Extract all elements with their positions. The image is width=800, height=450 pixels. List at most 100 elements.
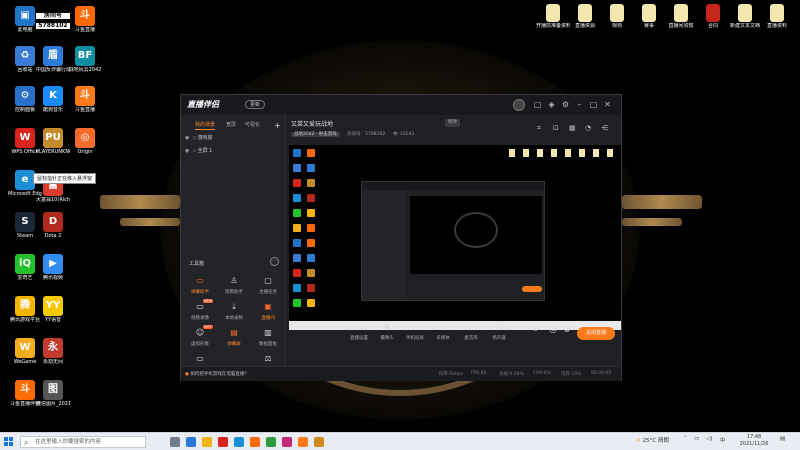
desktop-icon[interactable]: 合同 — [696, 4, 730, 29]
desktop-icon[interactable]: 直播资料 — [760, 4, 794, 29]
toolbox-item[interactable]: ⤓ 本地录制 — [217, 301, 251, 321]
skin-icon[interactable]: ◈ — [547, 100, 556, 109]
close-live-button[interactable]: 关闭直播 — [577, 327, 615, 340]
toolbox-item[interactable]: ▭ 弹幕助手 — [183, 275, 217, 295]
bottom-button[interactable]: ◁) 扬声器 — [485, 322, 513, 341]
desktop-icon[interactable]: 房间号 — [36, 12, 70, 19]
desktop-icon[interactable]: YY YY语音 — [36, 296, 70, 323]
taskbar-app-icon[interactable] — [170, 437, 180, 447]
share-icon[interactable]: ⋲ — [601, 124, 608, 132]
scene-item[interactable]: ◉ ▫ 游戏窗 — [185, 133, 281, 143]
desktop-icon[interactable]: ▶ 腾讯视频 — [36, 254, 70, 281]
desktop-icon[interactable]: 斗斗鱼直播 — [68, 6, 102, 33]
volume-icon[interactable]: ◁) — [706, 436, 712, 442]
edit-title-button[interactable]: 修改 — [445, 119, 460, 127]
ime-indicator[interactable]: 中 — [720, 436, 726, 444]
message-icon[interactable]: ▢ — [533, 100, 542, 109]
taskbar-app-icon[interactable] — [266, 437, 276, 447]
taskbar-app-icon[interactable] — [314, 437, 324, 447]
desktop: ▣此电脑斗斗鱼直播房间号5788102♻回收站盾中国反诈骗行动助手BF战地风云2… — [0, 0, 800, 432]
toolbox-item[interactable]: ▥ 数据面板 — [251, 327, 285, 347]
desktop-icon[interactable]: 5788102 — [36, 22, 70, 29]
status-tip[interactable]: ● 如何把手机游戏在电脑直播？ — [185, 371, 249, 377]
notification-icon[interactable]: ▤ — [780, 436, 785, 442]
settings-icon[interactable]: ⚙ — [561, 100, 570, 109]
bottom-button[interactable]: ♩ 麦克风 — [457, 322, 485, 341]
bottom-button[interactable]: ◉ 摄像头 — [373, 322, 401, 341]
desktop-icon[interactable]: ◎ Origin — [68, 128, 102, 155]
toolbox-item[interactable]: ▣ 直播间 — [251, 301, 285, 321]
clock-date: 2021/11/26 — [739, 441, 769, 447]
bell-icon[interactable]: ◔ — [585, 124, 591, 132]
toolbox-item[interactable]: ▭ NEW 视频录像 — [183, 299, 217, 321]
game-category[interactable]: 战地2042 · 射击游戏 — [291, 132, 340, 137]
taskbar-app-icon[interactable] — [218, 437, 228, 447]
preview-file-icon — [551, 149, 557, 157]
stream-preview[interactable] — [289, 145, 621, 330]
bottom-button[interactable]: ▯ 手机投屏 — [401, 322, 429, 341]
visibility-icon[interactable]: ◉ — [185, 146, 191, 156]
desktop-icon[interactable]: D Dota 2 — [36, 212, 70, 239]
screenshot-icon[interactable]: ⌗ — [537, 124, 541, 133]
toolbox-item[interactable]: ▢ 主播任务 — [251, 275, 285, 295]
desktop-icon[interactable]: 直播资源 — [568, 4, 602, 29]
network-icon[interactable]: ▭ — [694, 436, 699, 442]
version-tag[interactable]: 更新 — [245, 100, 266, 109]
desktop-icon[interactable]: 赛事 — [632, 4, 666, 29]
desktop-icon[interactable]: K 酷狗音乐 — [36, 86, 70, 113]
close-icon[interactable]: ✕ — [603, 100, 612, 109]
preview-icon — [293, 239, 301, 247]
visibility-icon[interactable]: ◉ — [185, 133, 191, 143]
desktop-icon[interactable]: 斗斗鱼直播 — [68, 86, 102, 113]
avatar[interactable] — [513, 99, 525, 111]
add-scene-button[interactable]: + — [274, 121, 281, 130]
lock-icon[interactable]: ▫ — [193, 135, 196, 141]
scene-item[interactable]: ◉ ▫ 全屏 1 — [185, 146, 281, 156]
tool-icon: ▭ — [196, 354, 204, 363]
desktop-icon[interactable]: PUPLAYERUNKNOWN'S BATTLEGR... — [36, 128, 70, 155]
desktop-icon[interactable]: 盾中国反诈骗行动助手 — [36, 46, 70, 73]
weather-widget[interactable]: ☀ 25°C 晴朗 — [636, 436, 669, 444]
tool-icon: ▭ — [196, 276, 204, 285]
taskbar-app-icon[interactable] — [186, 437, 196, 447]
taskbar-app-icon[interactable] — [298, 437, 308, 447]
tab-widescreen[interactable]: 宽屏 — [226, 121, 236, 128]
bottom-button[interactable]: ▭ 直播设置 — [345, 322, 373, 341]
toolbox-more-button[interactable]: ··· — [270, 257, 279, 266]
taskbar-app-icon[interactable] — [282, 437, 292, 447]
toolbox-item[interactable]: ⚖ — [251, 353, 285, 367]
taskbar-app-icon[interactable] — [202, 437, 212, 447]
bottom-button[interactable]: ▷ 多媒体 — [429, 322, 457, 341]
desktop-icon[interactable]: 图微信图片_20211111... — [36, 380, 70, 407]
window-titlebar[interactable]: 直播伴侣 更新 ▢ ◈ ⚙ – □ ✕ — [181, 95, 621, 115]
clock[interactable]: 17:48 2021/11/26 — [733, 434, 775, 448]
minimize-icon[interactable]: – — [575, 100, 584, 109]
desktop-icon[interactable]: 直播间须知 — [664, 4, 698, 29]
toolbox-item[interactable]: ☺ HOT 虚拟形象 — [183, 325, 217, 347]
desktop-icon-label: 规则 — [611, 23, 622, 29]
tab-my-scenes[interactable]: 我的场景 — [195, 121, 216, 130]
desktop-icon[interactable]: 开播前准备资料包 — [536, 4, 570, 29]
toolbox-item[interactable] — [217, 353, 251, 367]
toolbox-item[interactable]: ♙ 观看助手 — [217, 275, 251, 295]
preview-icon — [307, 254, 315, 262]
desktop-icon[interactable]: 规则 — [600, 4, 634, 29]
desktop-icon[interactable]: BF 战地风云2042 — [68, 46, 102, 73]
maximize-icon[interactable]: □ — [589, 100, 598, 109]
bottom-button-icon: ◉ — [383, 322, 391, 332]
toolbox-item[interactable]: ▤ 弹幕屏 — [217, 327, 251, 347]
start-button[interactable] — [4, 437, 14, 447]
desktop-icon[interactable]: 新建文本文档 — [728, 4, 762, 29]
app-icon: 斗 — [15, 380, 35, 400]
taskbar-app-icon[interactable] — [250, 437, 260, 447]
search-input[interactable]: ⌕ 在这里输入你要搜索的内容 — [20, 436, 146, 448]
tab-visual[interactable]: 可视化 — [245, 121, 260, 128]
taskbar-app-icon[interactable] — [234, 437, 244, 447]
desktop-icon-label: 直播资料 — [766, 23, 787, 29]
preview-file-icon — [537, 149, 543, 157]
desktop-icon[interactable]: 永永劫无间 — [36, 338, 70, 365]
lock-icon[interactable]: ⊡ — [553, 124, 559, 132]
lock-icon[interactable]: ▫ — [193, 148, 196, 154]
calendar-icon[interactable]: ▦ — [569, 124, 576, 132]
tray-expand-icon[interactable]: ˄ — [684, 436, 687, 442]
